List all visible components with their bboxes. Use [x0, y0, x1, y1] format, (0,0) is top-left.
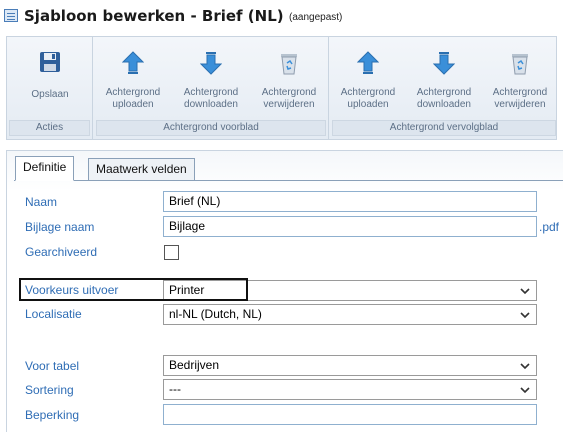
chevron-down-icon [520, 312, 530, 319]
gearchiveerd-checkbox[interactable] [164, 245, 179, 260]
ribbon-group-acties: Opslaan Acties [7, 37, 93, 139]
gearchiveerd-label: Gearchiveerd [25, 245, 98, 259]
ribbon-toolbar: Opslaan Acties Achtergrond uploaden Achte… [6, 36, 557, 140]
localisatie-label: Localisatie [25, 307, 82, 321]
save-icon [40, 52, 60, 72]
upload-background-front-button[interactable]: Achtergrond uploaden [94, 39, 172, 119]
upload-arrow-icon [122, 51, 144, 74]
recycle-bin-icon [281, 54, 297, 75]
download-arrow-icon [200, 52, 222, 75]
tab-definitie[interactable]: Definitie [15, 156, 75, 181]
download-background-next-button[interactable]: Achtergrond downloaden [406, 39, 482, 119]
bijlage-naam-field[interactable]: Bijlage [163, 216, 537, 237]
voor-tabel-label: Voor tabel [25, 359, 80, 373]
sortering-value: --- [169, 382, 181, 396]
ribbon-group-label: Achtergrond vervolgblad [332, 120, 556, 136]
highlight-box [19, 278, 248, 301]
save-button[interactable]: Opslaan [9, 39, 91, 119]
naam-label: Naam [25, 195, 58, 209]
sortering-select[interactable]: --- [163, 379, 537, 400]
bijlage-naam-label: Bijlage naam [25, 220, 95, 234]
sortering-label: Sortering [25, 383, 74, 397]
chevron-down-icon [520, 288, 530, 295]
download-background-front-button[interactable]: Achtergrond downloaden [172, 39, 250, 119]
delete-background-front-button[interactable]: Achtergrond verwijderen [250, 39, 328, 119]
form-icon [4, 9, 18, 22]
upload-arrow-icon [357, 51, 379, 74]
upload-background-next-button[interactable]: Achtergrond uploaden [330, 39, 406, 119]
delete-background-next-button[interactable]: Achtergrond verwijderen [482, 39, 558, 119]
window-title: Sjabloon bewerken - Brief (NL) [24, 7, 284, 25]
save-button-label: Opslaan [31, 89, 69, 100]
download-arrow-icon [433, 52, 455, 75]
download-button-label: Achtergrond downloaden [416, 87, 472, 110]
recycle-bin-icon [512, 54, 528, 75]
beperking-label: Beperking [25, 408, 80, 422]
pdf-extension-label: .pdf [539, 220, 560, 234]
upload-button-label: Achtergrond uploaden [105, 87, 161, 110]
title-bar: Sjabloon bewerken - Brief (NL) (aangepas… [0, 0, 563, 32]
ribbon-group-voorblad: Achtergrond uploaden Achtergrond downloade… [94, 37, 329, 139]
beperking-field[interactable] [163, 404, 537, 425]
upload-button-label: Achtergrond uploaden [340, 87, 396, 110]
localisatie-select[interactable]: nl-NL (Dutch, NL) [163, 304, 537, 325]
tab-maatwerk-velden[interactable]: Maatwerk velden [88, 158, 195, 181]
ribbon-group-label: Achtergrond voorblad [96, 120, 326, 136]
delete-button-label: Achtergrond verwijderen [492, 87, 548, 110]
voor-tabel-select[interactable]: Bedrijven [163, 355, 537, 376]
window-subtitle: (aangepast) [289, 12, 343, 23]
download-button-label: Achtergrond downloaden [183, 87, 239, 110]
naam-field[interactable]: Brief (NL) [163, 191, 537, 212]
voor-tabel-value: Bedrijven [169, 358, 220, 372]
chevron-down-icon [520, 363, 530, 370]
localisatie-value: nl-NL (Dutch, NL) [169, 307, 262, 321]
chevron-down-icon [520, 387, 530, 394]
ribbon-group-vervolgblad: Achtergrond uploaden Achtergrond downloade… [330, 37, 558, 139]
delete-button-label: Achtergrond verwijderen [261, 87, 317, 110]
ribbon-group-label: Acties [9, 120, 90, 136]
